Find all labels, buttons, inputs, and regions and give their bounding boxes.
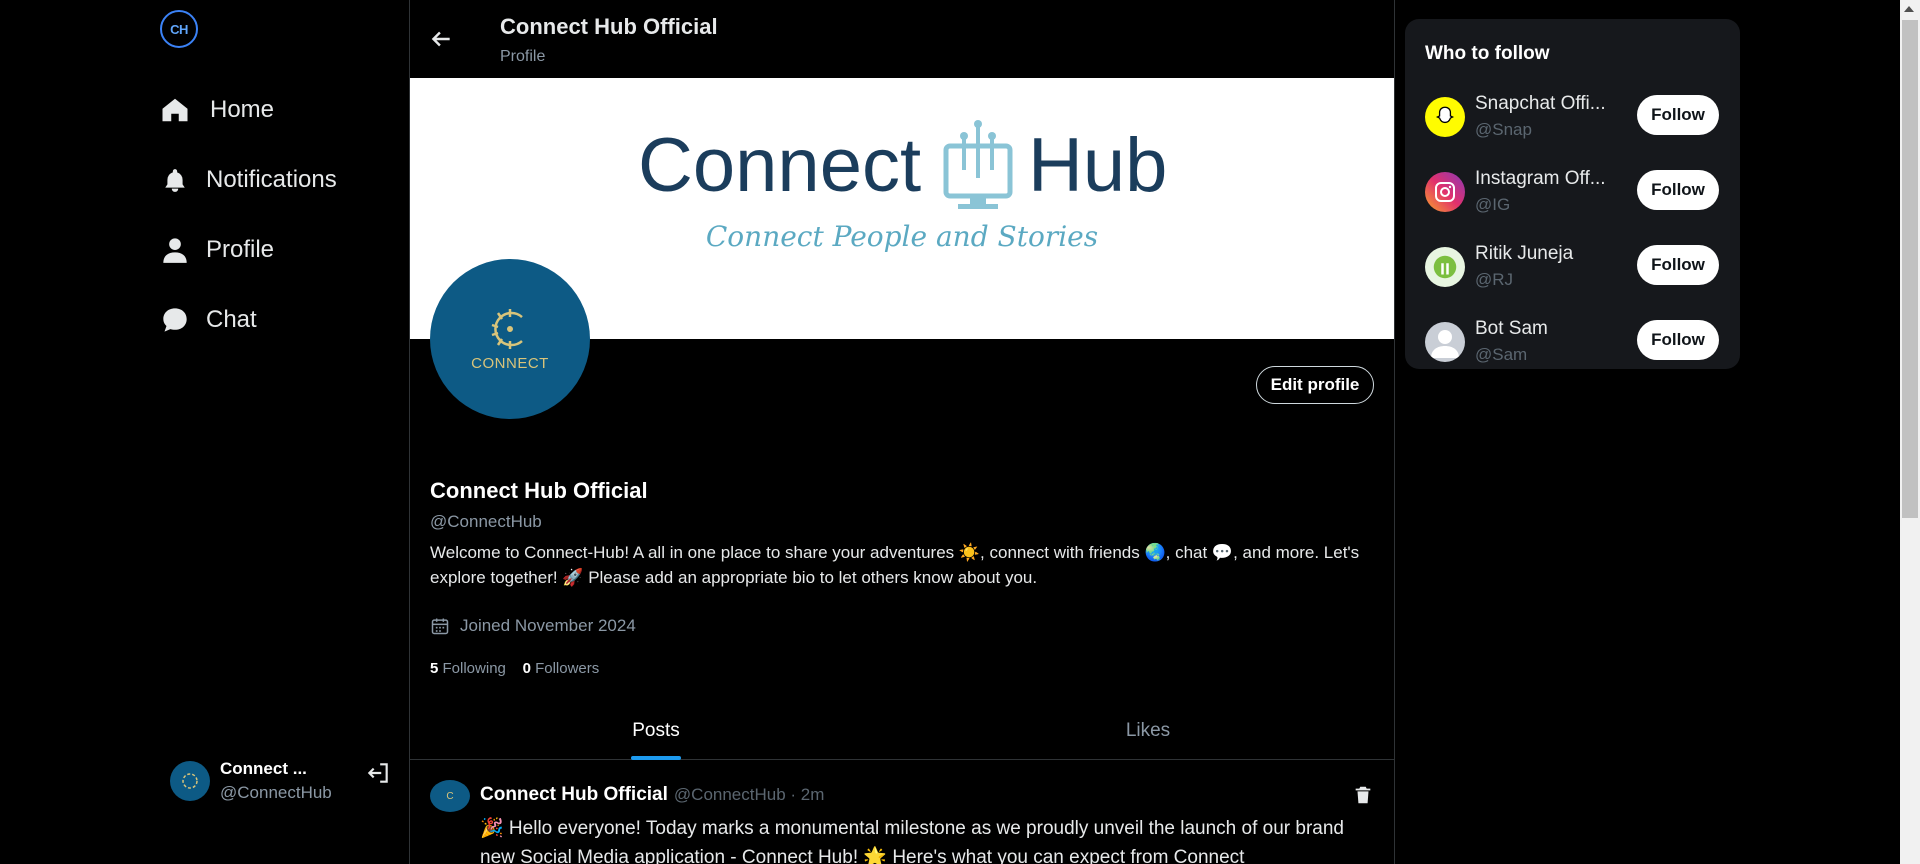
followers-count: 0: [522, 660, 531, 677]
profile-bio: Welcome to Connect-Hub! A all in one pla…: [430, 543, 1360, 587]
nav-item-chat[interactable]: Chat: [160, 298, 337, 342]
user-avatar-icon: [1425, 247, 1465, 287]
nav-item-home[interactable]: Home: [160, 88, 337, 132]
calendar-icon: [430, 616, 450, 636]
account-switcher[interactable]: Connect ... @ConnectHub: [170, 756, 390, 806]
header-subtitle: Profile: [500, 48, 546, 65]
joined-text: Joined November 2024: [460, 616, 636, 635]
nav-item-notifications[interactable]: Notifications: [160, 158, 337, 202]
who-to-follow-title: Who to follow: [1425, 43, 1550, 64]
profile-avatar-text: CONNECT: [471, 354, 549, 372]
nav-item-profile[interactable]: Profile: [160, 228, 337, 272]
nav-label-notifications: Notifications: [206, 166, 337, 193]
connect-logo-icon: [491, 308, 523, 349]
following-link[interactable]: 5 Following: [430, 660, 506, 677]
banner-word-connect: Connect: [638, 123, 922, 208]
followers-link[interactable]: 0 Followers: [523, 660, 600, 677]
user-icon: [160, 235, 190, 265]
profile-name: Connect Hub Official: [430, 478, 648, 503]
suggested-user-handle: @Snap: [1475, 120, 1532, 139]
follow-button[interactable]: Follow: [1637, 245, 1719, 285]
banner-tagline: Connect People and Stories: [705, 220, 1099, 253]
followers-label: Followers: [535, 660, 600, 677]
profile-handle: @ConnectHub: [430, 512, 542, 531]
suggested-user[interactable]: Snapchat Offi... @Snap Follow: [1425, 93, 1725, 149]
scrollbar-thumb[interactable]: [1902, 20, 1918, 518]
suggested-user-name: Instagram Off...: [1475, 168, 1606, 189]
suggested-user-name: Bot Sam: [1475, 318, 1548, 339]
profile-stats: 5 Following 0 Followers: [430, 660, 599, 677]
back-arrow-icon[interactable]: [428, 26, 454, 52]
account-name: Connect ...: [220, 759, 307, 778]
following-label: Following: [442, 660, 506, 677]
profile-header-bar: Connect Hub Official Profile: [410, 0, 1394, 78]
suggested-user[interactable]: Instagram Off... @IG Follow: [1425, 168, 1725, 224]
post-author-name[interactable]: Connect Hub Official: [480, 784, 668, 805]
app-logo[interactable]: CH: [160, 10, 198, 48]
home-icon: [160, 95, 190, 125]
chat-bubble-icon: [160, 305, 190, 335]
monitor-network-icon: [940, 118, 1016, 214]
snapchat-icon: [1425, 97, 1465, 137]
nav-label-profile: Profile: [206, 236, 275, 263]
follow-button[interactable]: Follow: [1637, 170, 1719, 210]
account-avatar: [170, 761, 210, 801]
profile-avatar[interactable]: CONNECT: [430, 259, 590, 419]
follow-button[interactable]: Follow: [1637, 320, 1719, 360]
post-item[interactable]: C Connect Hub Official @ConnectHub · 2m 🎉…: [410, 760, 1394, 864]
following-count: 5: [430, 660, 439, 677]
suggested-user-handle: @IG: [1475, 195, 1511, 214]
profile-tabs: Posts Likes: [410, 712, 1394, 760]
suggested-user-name: Snapchat Offi...: [1475, 93, 1606, 114]
post-meta: @ConnectHub · 2m: [673, 785, 825, 804]
post-body: 🎉 Hello everyone! Today marks a monument…: [480, 818, 1344, 864]
tab-posts[interactable]: Posts: [410, 712, 902, 759]
suggested-user-handle: @RJ: [1475, 270, 1514, 289]
instagram-icon: [1425, 172, 1465, 212]
suggested-user-handle: @Sam: [1475, 345, 1528, 364]
trash-icon[interactable]: [1352, 784, 1374, 806]
connect-logo-icon: [182, 773, 198, 789]
post-avatar[interactable]: C: [430, 780, 470, 812]
edit-profile-button[interactable]: Edit profile: [1256, 366, 1374, 404]
logout-icon[interactable]: [365, 760, 391, 786]
suggested-user[interactable]: Bot Sam @Sam Follow: [1425, 318, 1725, 374]
header-title: Connect Hub Official: [500, 14, 718, 39]
banner-word-hub: Hub: [1028, 123, 1168, 208]
scroll-up-arrow-icon[interactable]: [1904, 6, 1914, 12]
left-sidebar: CH Home Notifications Profile Chat Conne…: [150, 0, 409, 864]
profile-joined-date: Joined November 2024: [430, 616, 636, 636]
bell-icon: [160, 165, 190, 195]
account-handle: @ConnectHub: [220, 783, 332, 802]
main-column: Connect Hub Official Profile Connect Hub…: [409, 0, 1395, 864]
default-avatar-icon: [1425, 322, 1465, 362]
post-header: Connect Hub Official @ConnectHub · 2m: [480, 784, 824, 806]
follow-button[interactable]: Follow: [1637, 95, 1719, 135]
suggested-user-name: Ritik Juneja: [1475, 243, 1574, 264]
nav-label-home: Home: [210, 96, 275, 123]
nav-label-chat: Chat: [206, 306, 257, 333]
tab-likes[interactable]: Likes: [902, 712, 1394, 759]
who-to-follow-panel: Who to follow Snapchat Offi... @Snap Fol…: [1405, 19, 1740, 369]
suggested-user[interactable]: Ritik Juneja @RJ Follow: [1425, 243, 1725, 299]
main-nav: Home Notifications Profile Chat: [160, 88, 337, 368]
